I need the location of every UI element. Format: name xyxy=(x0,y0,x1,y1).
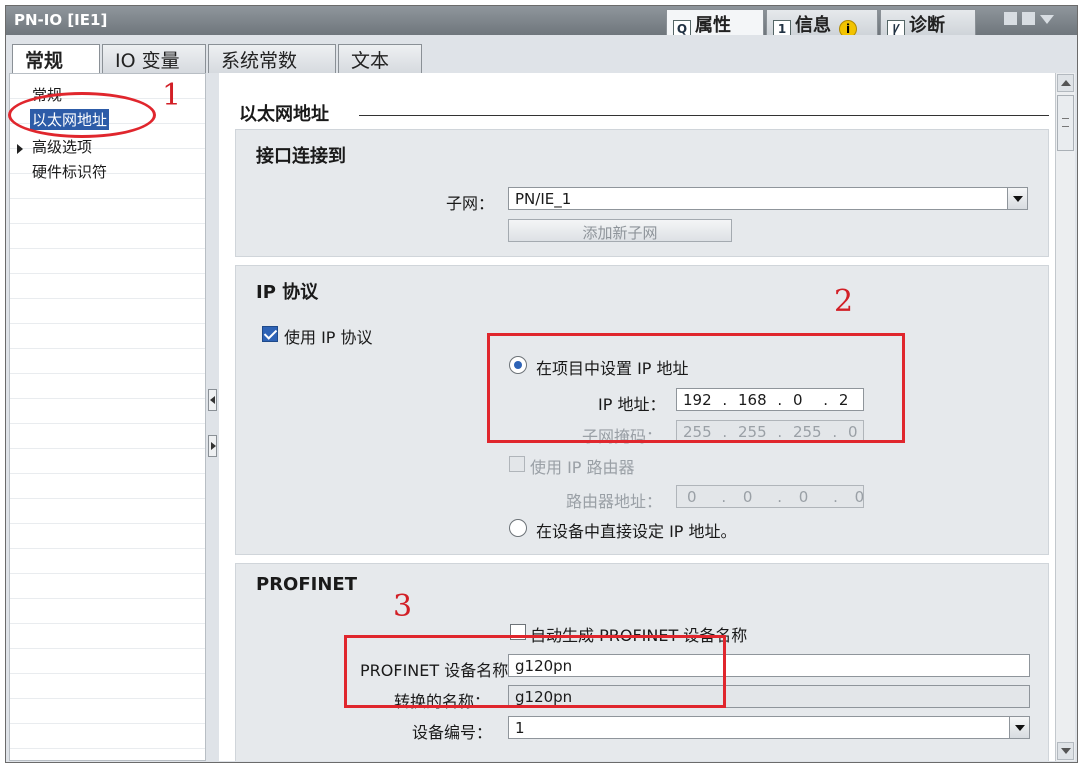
window-title: PN-IO [IE1] xyxy=(14,11,108,29)
set-ip-on-device-radio[interactable] xyxy=(509,519,527,537)
device-number-label: 设备编号： xyxy=(412,723,493,742)
tab-general-label: 常规 xyxy=(25,50,64,72)
tab-system-constants-label: 系统常数 xyxy=(221,50,298,72)
add-subnet-button[interactable]: 添加新子网 xyxy=(508,219,732,242)
router-address-field[interactable]: 0 . 0 . 0 . 0 xyxy=(676,485,864,508)
interface-group-title: 接口连接到 xyxy=(256,146,346,167)
profinet-group-title: PROFINET xyxy=(256,574,357,595)
section-divider xyxy=(359,115,1049,116)
main-tab-bar: 常规 IO 变量 系统常数 文本 xyxy=(6,35,1077,74)
tab-properties-label: 属性 xyxy=(695,15,731,36)
use-ip-checkbox[interactable] xyxy=(262,326,278,342)
expand-arrow-icon[interactable] xyxy=(17,144,23,154)
annotation-number-2: 2 xyxy=(834,284,854,319)
use-router-checkbox[interactable] xyxy=(509,456,525,472)
nav-item-advanced-options[interactable]: 高级选项 xyxy=(32,136,92,157)
restore-icon[interactable] xyxy=(1004,12,1017,25)
title-bar: PN-IO [IE1] Q 属性 1 信息 i Ꝩ 诊断 xyxy=(6,6,1077,38)
tab-diagnostics[interactable]: Ꝩ 诊断 xyxy=(880,9,976,38)
interface-group: 接口连接到 子网： PN/IE_1 添加新子网 xyxy=(235,129,1049,257)
section-title: 以太网地址 xyxy=(239,104,329,125)
tab-info[interactable]: 1 信息 i xyxy=(766,9,878,38)
scroll-up-icon[interactable] xyxy=(1057,74,1074,92)
tab-system-constants[interactable]: 系统常数 xyxy=(208,44,336,73)
collapse-left-button[interactable] xyxy=(208,389,217,411)
subnet-value: PN/IE_1 xyxy=(515,190,572,208)
annotation-ellipse-1 xyxy=(8,92,156,138)
tab-texts[interactable]: 文本 xyxy=(338,44,422,73)
tab-io-tags-label: IO 变量 xyxy=(115,50,180,72)
tab-properties[interactable]: Q 属性 xyxy=(666,9,764,38)
vertical-scrollbar[interactable] xyxy=(1055,73,1075,761)
arrow-left-icon xyxy=(210,396,215,404)
router-octet-1: 0 xyxy=(687,488,697,506)
router-octet-4: 0 xyxy=(854,488,864,506)
annotation-box-3 xyxy=(344,635,726,708)
window-controls xyxy=(999,12,1069,30)
chevron-down-icon[interactable] xyxy=(1007,188,1027,209)
router-octet-3: 0 xyxy=(798,488,809,506)
tab-info-label: 信息 xyxy=(795,15,831,36)
tab-general[interactable]: 常规 xyxy=(12,44,100,74)
set-ip-on-device-label: 在设备中直接设定 IP 地址。 xyxy=(536,522,737,541)
panel-splitter[interactable] xyxy=(206,73,219,761)
use-router-label: 使用 IP 路由器 xyxy=(530,458,635,477)
tab-diagnostics-label: 诊断 xyxy=(909,15,945,36)
arrow-right-icon xyxy=(211,442,216,450)
device-number-dropdown[interactable]: 1 xyxy=(508,716,1030,739)
annotation-number-3: 3 xyxy=(393,589,413,624)
menu-arrow-icon[interactable] xyxy=(1040,15,1054,24)
tab-texts-label: 文本 xyxy=(351,50,390,72)
router-dot: . xyxy=(833,488,838,506)
left-navigation: 常规 以太网地址 高级选项 硬件标识符 xyxy=(9,73,206,761)
ip-group-title: IP 协议 xyxy=(256,282,319,303)
annotation-box-2 xyxy=(487,333,905,443)
router-address-label: 路由器地址： xyxy=(566,492,663,511)
scroll-thumb[interactable] xyxy=(1057,95,1074,151)
tab-io-tags[interactable]: IO 变量 xyxy=(102,44,206,73)
router-dot: . xyxy=(721,488,727,506)
router-dot: . xyxy=(777,488,782,506)
chevron-down-icon[interactable] xyxy=(1009,717,1029,738)
device-number-value: 1 xyxy=(515,719,525,737)
add-subnet-label: 添加新子网 xyxy=(582,224,658,242)
router-octet-2: 0 xyxy=(742,488,753,506)
minimize-icon[interactable] xyxy=(1022,12,1035,25)
subnet-dropdown[interactable]: PN/IE_1 xyxy=(508,187,1028,210)
expand-right-button[interactable] xyxy=(208,435,217,457)
nav-item-hardware-identifier[interactable]: 硬件标识符 xyxy=(32,161,107,182)
use-ip-label: 使用 IP 协议 xyxy=(284,328,373,347)
subnet-label: 子网： xyxy=(446,194,495,213)
annotation-number-1: 1 xyxy=(162,78,182,113)
scroll-down-icon[interactable] xyxy=(1057,742,1074,760)
